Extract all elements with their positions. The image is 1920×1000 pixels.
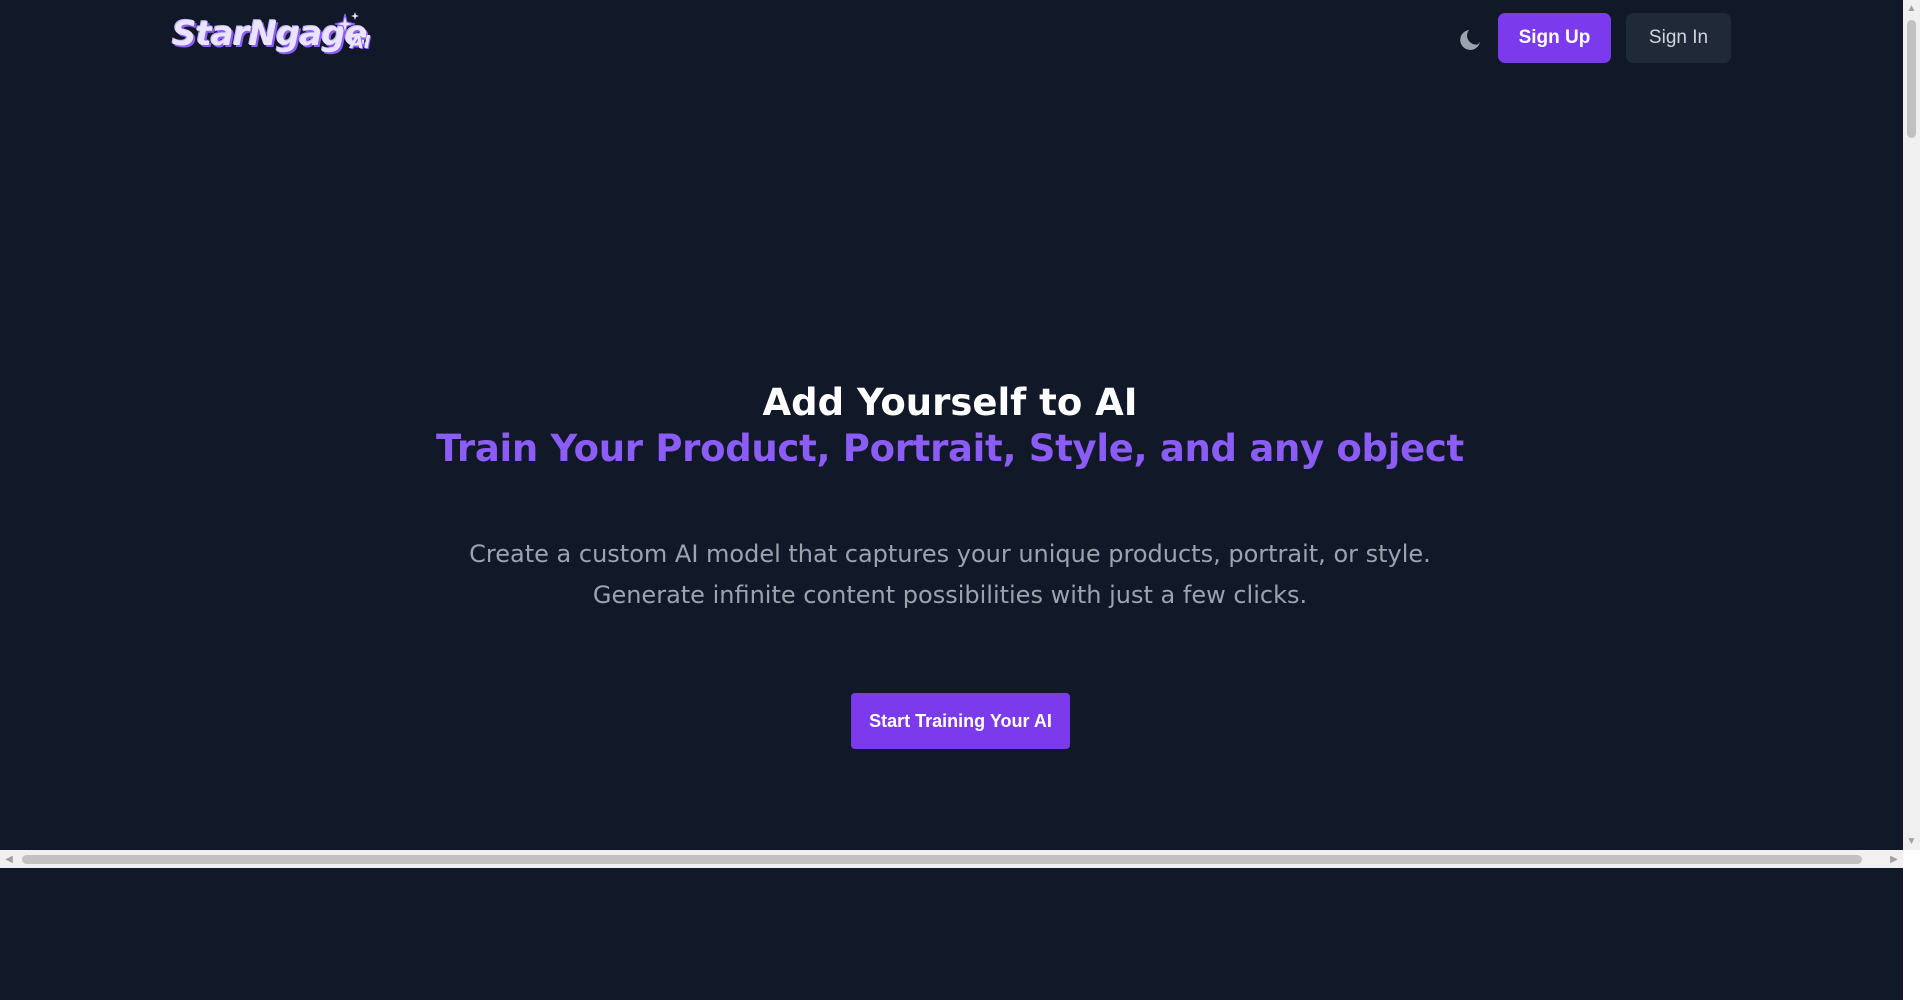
hero-description: Create a custom AI model that captures y… xyxy=(450,534,1450,616)
hero-description-line-1: Create a custom AI model that captures y… xyxy=(469,540,1431,568)
vertical-scroll-thumb[interactable] xyxy=(1907,20,1916,138)
page: StarNgage AI Sign Up Sign In Add Yoursel… xyxy=(0,0,1920,1000)
horizontal-scrollbar[interactable]: ◀ ▶ xyxy=(0,850,1903,868)
start-training-button[interactable]: Start Training Your AI xyxy=(851,693,1070,749)
scroll-up-arrow-icon[interactable]: ▲ xyxy=(1903,0,1920,17)
hero-title: Add Yourself to AI xyxy=(762,381,1138,424)
scroll-left-arrow-icon[interactable]: ◀ xyxy=(0,850,18,868)
scrollbar-corner xyxy=(1903,850,1920,1000)
sign-up-button[interactable]: Sign Up xyxy=(1498,13,1611,63)
vertical-scrollbar[interactable]: ▲ ▼ xyxy=(1903,0,1920,850)
theme-toggle-button[interactable] xyxy=(1459,24,1487,52)
hero-section: Add Yourself to AI Train Your Product, P… xyxy=(0,380,1900,616)
scroll-down-arrow-icon[interactable]: ▼ xyxy=(1903,833,1920,850)
logo-suffix: AI xyxy=(350,32,371,53)
hero-subtitle: Train Your Product, Portrait, Style, and… xyxy=(436,427,1464,470)
scroll-right-arrow-icon[interactable]: ▶ xyxy=(1885,850,1903,868)
logo[interactable]: StarNgage AI xyxy=(172,12,371,54)
horizontal-scroll-thumb[interactable] xyxy=(22,855,1862,864)
sign-in-button[interactable]: Sign In xyxy=(1626,13,1731,63)
top-nav: StarNgage AI Sign Up Sign In xyxy=(0,0,1900,78)
moon-icon xyxy=(1460,30,1480,50)
hero-description-line-2: Generate infinite content possibilities … xyxy=(592,581,1308,609)
